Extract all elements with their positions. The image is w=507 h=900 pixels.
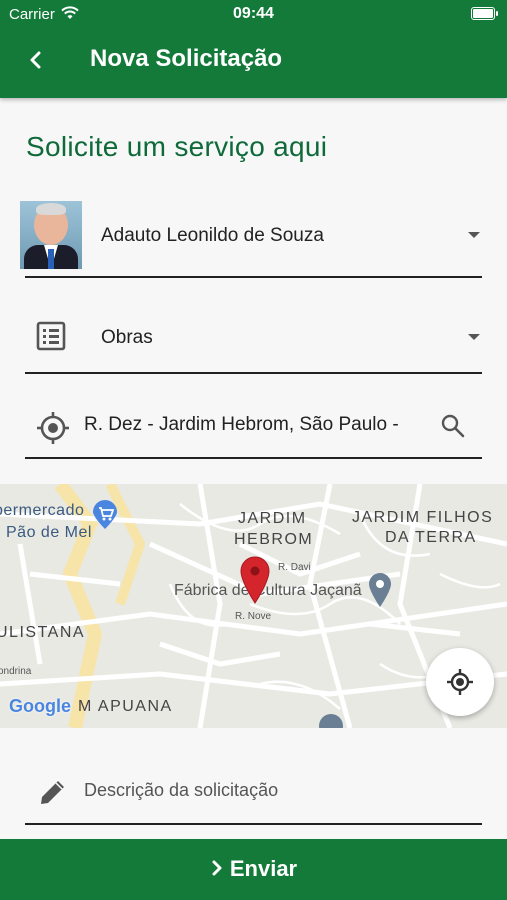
search-icon[interactable] <box>440 413 466 439</box>
page-title: Nova Solicitação <box>90 45 283 72</box>
map-label: HEBROM <box>234 531 314 548</box>
dropdown-arrow-icon <box>468 334 480 340</box>
representative-select[interactable]: Adauto Leonildo de Souza <box>20 198 482 278</box>
map-label: JARDIM <box>238 510 307 527</box>
status-bar: Carrier 09:44 <box>0 0 507 28</box>
place-pin-icon <box>369 573 391 607</box>
my-location-icon <box>447 669 473 695</box>
map-label: JARDIM FILHOS <box>352 509 494 526</box>
list-icon <box>36 321 66 351</box>
description-placeholder: Descrição da solicitação <box>84 780 279 800</box>
map-view[interactable]: permercado Pão de Mel JARDIM HEBROM JARD… <box>0 484 507 728</box>
avatar <box>20 201 82 269</box>
map-label: M APUANA <box>78 698 173 715</box>
clock: 09:44 <box>233 5 274 22</box>
send-button[interactable]: Enviar <box>0 839 507 900</box>
map-label: R. Nove <box>235 611 272 622</box>
map-label: ULISTANA <box>0 624 86 641</box>
location-target-icon <box>37 412 69 444</box>
send-label: Enviar <box>229 856 298 881</box>
address-input[interactable]: R. Dez - Jardim Hebrom, São Paulo - <box>25 400 482 459</box>
google-logo: Google <box>9 696 71 716</box>
battery-icon <box>471 7 498 20</box>
back-button[interactable] <box>22 46 50 74</box>
place-pin-icon <box>319 714 343 728</box>
map-label: Pão de Mel <box>6 524 92 541</box>
category-select[interactable]: Obras <box>25 306 482 374</box>
category-value: Obras <box>101 327 153 348</box>
location-pin-icon <box>240 556 270 604</box>
pencil-icon <box>41 781 64 804</box>
dropdown-arrow-icon <box>468 232 480 238</box>
chevron-right-icon <box>212 860 222 876</box>
map-label: R. Davi <box>278 562 311 573</box>
map-label: permercado <box>0 502 85 519</box>
my-location-button[interactable] <box>426 648 494 716</box>
representative-name: Adauto Leonildo de Souza <box>101 225 324 246</box>
map-label: DA TERRA <box>385 529 477 546</box>
app-header: Carrier 09:44 Nova Solicitação <box>0 0 507 98</box>
section-heading: Solicite um serviço aqui <box>26 131 328 162</box>
description-input[interactable]: Descrição da solicitação <box>25 760 482 825</box>
address-value: R. Dez - Jardim Hebrom, São Paulo - <box>84 414 399 435</box>
map-label: ondrina <box>0 666 32 677</box>
shopping-cart-pin-icon <box>93 500 117 529</box>
